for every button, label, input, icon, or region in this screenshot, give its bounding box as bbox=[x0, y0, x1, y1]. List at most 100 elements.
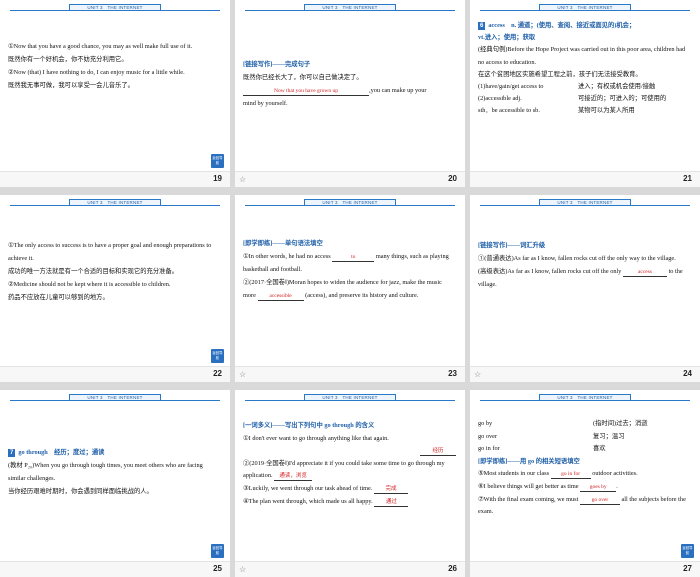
slide-footer: 21 bbox=[470, 171, 700, 187]
question-text: ①In other words, he had no access bbox=[243, 253, 331, 260]
slide-body: 7 go through 经历；度过；通读 (教材 P₂₀)When you go… bbox=[8, 446, 221, 498]
page-number: 23 bbox=[448, 369, 457, 378]
slide-footer: 19 bbox=[0, 171, 230, 187]
phrase-en: go in for bbox=[478, 445, 500, 453]
star-icon: ☆ bbox=[239, 370, 247, 379]
headword-text: go through 经历；度过；通读 bbox=[18, 449, 105, 456]
page-number: 24 bbox=[683, 369, 692, 378]
question-text: ⑥I believe things will get better as tim… bbox=[478, 482, 579, 490]
page-number: 26 bbox=[448, 564, 457, 573]
slide-footer: ☆ 24 bbox=[470, 366, 700, 382]
slide-23[interactable]: UNIT 3 THE INTERNET [即学即练]——单句语法填空 ①In o… bbox=[235, 195, 465, 382]
example-cn: 在这个贫困地区实施希望工程之前，孩子们无法接受教育。 bbox=[478, 70, 642, 78]
section-title: [链接写作]——词汇升级 bbox=[478, 242, 546, 249]
slide-header: UNIT 3 THE INTERNET bbox=[480, 394, 690, 401]
question-text: outdoor activities. bbox=[592, 470, 638, 478]
sentence-part: ,you can make up your bbox=[369, 87, 427, 94]
slide-footer: ☆ 20 bbox=[235, 171, 465, 187]
answer-blank: accessible bbox=[257, 292, 304, 301]
word-number: 6 bbox=[478, 22, 486, 30]
fill-sentence: Now that you have grown up ,you can make … bbox=[243, 84, 456, 97]
list-item: ①I don't ever want to go through anythin… bbox=[243, 433, 456, 446]
phrase-row: (2)accessible adj. 可接近的；可进入的；可使用的 bbox=[478, 93, 691, 105]
phrase-cn: (指时间)过去；消逝 bbox=[593, 420, 648, 427]
slide-footer: 27 bbox=[470, 561, 700, 577]
phrase-cn: 可接近的；可进入的；可使用的 bbox=[578, 95, 667, 103]
unit-title: UNIT 3 THE INTERNET bbox=[539, 4, 631, 11]
phrase-row: go in for 喜欢 bbox=[478, 443, 691, 456]
slide-26[interactable]: UNIT 3 THE INTERNET [一词多义]——写出下列句中 go th… bbox=[235, 390, 465, 577]
page-number: 27 bbox=[683, 564, 692, 573]
slide-header: UNIT 3 THE INTERNET bbox=[480, 4, 690, 11]
sentence-advanced: (高级表达)As far as I know, fallen rocks cut… bbox=[478, 265, 691, 291]
slide-21[interactable]: UNIT 3 THE INTERNET 6 access n. 通道；(使用、查阅… bbox=[470, 0, 700, 187]
answer-blank: 完成 bbox=[373, 485, 408, 494]
slide-19[interactable]: UNIT 3 THE INTERNET ①Now that you have a… bbox=[0, 0, 230, 187]
slide-24[interactable]: UNIT 3 THE INTERNET [链接写作]——词汇升级 ①(普通表达)… bbox=[470, 195, 700, 382]
phrase-row: go over 复习；温习 bbox=[478, 431, 691, 444]
back-to-nav-button[interactable]: 返回导航 bbox=[211, 349, 224, 363]
question-1: ①In other words, he had no access to man… bbox=[243, 250, 456, 276]
example-cn: 既然你有一个好机会，你不妨充分利用它。 bbox=[8, 56, 128, 63]
back-to-nav-button[interactable]: 返回导航 bbox=[681, 544, 694, 558]
page-number: 19 bbox=[213, 174, 222, 183]
slide-body: go by (指时间)过去；消逝 go over 复习；温习 go in for 喜欢… bbox=[478, 418, 691, 519]
example-en: ①Now that you have a good chance, you ma… bbox=[8, 43, 193, 50]
item-text: ④The plan went through, which made us al… bbox=[243, 497, 373, 505]
slide-footer: 25 bbox=[0, 561, 230, 577]
back-to-nav-button[interactable]: 返回导航 bbox=[211, 154, 224, 168]
page-number: 25 bbox=[213, 564, 222, 573]
unit-title: UNIT 3 THE INTERNET bbox=[69, 199, 161, 206]
headword-cont: vt.进入；使用；获取 bbox=[478, 34, 536, 42]
headword: 6 access n. 通道；(使用、查阅、接近或面见的)机会； bbox=[478, 20, 691, 32]
answer-blank: goes by bbox=[580, 483, 617, 492]
phrase-en: go over bbox=[478, 432, 498, 440]
list-item: ②(2019·全国卷Ⅰ)I'd appreciate it if you cou… bbox=[243, 458, 456, 483]
star-icon: ☆ bbox=[239, 565, 247, 574]
example-cn: 成功的唯一方法就是有一个合适的目标和实现它的充分准备。 bbox=[8, 268, 179, 275]
phrase-cn: 进入；有权或机会使用/接触 bbox=[578, 83, 656, 91]
back-to-nav-button[interactable]: 返回导航 bbox=[211, 544, 224, 558]
unit-title: UNIT 3 THE INTERNET bbox=[69, 4, 161, 11]
slide-header: UNIT 3 THE INTERNET bbox=[245, 394, 455, 401]
question-6: ⑥I believe things will get better as tim… bbox=[478, 481, 691, 494]
slide-27[interactable]: UNIT 3 THE INTERNET go by (指时间)过去；消逝 go o… bbox=[470, 390, 700, 577]
example-cn: 当你经历艰难时期时，你会遇到同样面临挑战的人。 bbox=[8, 488, 153, 495]
slide-body: [链接写作]——完成句子 既然你已经长大了，你可以自己做决定了。 Now tha… bbox=[243, 58, 456, 110]
headword: 7 go through 经历；度过；通读 bbox=[8, 446, 221, 459]
slide-25[interactable]: UNIT 3 THE INTERNET 7 go through 经历；度过；通读… bbox=[0, 390, 230, 577]
star-icon: ☆ bbox=[474, 370, 482, 379]
example-cn: 既然我无事可做，我可以享受一会儿音乐了。 bbox=[8, 82, 134, 89]
answer-blank: 经历 bbox=[420, 447, 456, 457]
headword-text: access n. 通道；(使用、查阅、接近或面见的)机会； bbox=[488, 22, 636, 29]
slide-body: ①The only access to success is to have a… bbox=[8, 239, 221, 304]
slide-body: [即学即练]——单句语法填空 ①In other words, he had n… bbox=[243, 237, 456, 302]
question-text: . bbox=[616, 482, 618, 490]
example-cn: 药品不应放在儿童可以够到的地方。 bbox=[8, 294, 109, 301]
unit-title: UNIT 3 THE INTERNET bbox=[304, 4, 396, 11]
slide-footer: ☆ 26 bbox=[235, 561, 465, 577]
unit-title: UNIT 3 THE INTERNET bbox=[304, 199, 396, 206]
answer-blank: 通过 bbox=[374, 498, 409, 507]
phrase-cn: 复习；温习 bbox=[593, 432, 625, 440]
answer-blank: to bbox=[332, 253, 375, 262]
item-text: ①I don't ever want to go through anythin… bbox=[243, 434, 389, 442]
question-text: ⑤Most students in our class bbox=[478, 470, 550, 478]
slide-body: 6 access n. 通道；(使用、查阅、接近或面见的)机会； vt.进入；使用… bbox=[478, 20, 691, 118]
sentence-part: mind by yourself. bbox=[243, 100, 288, 107]
slide-footer: 22 bbox=[0, 366, 230, 382]
slide-body: [一词多义]——写出下列句中 go through 的含义 ①I don't e… bbox=[243, 420, 456, 508]
slide-22[interactable]: UNIT 3 THE INTERNET ①The only access to … bbox=[0, 195, 230, 382]
item-text: ③Luckily, we went through our task ahead… bbox=[243, 484, 373, 492]
question-text: (access), and preserve its history and c… bbox=[305, 292, 419, 299]
slide-header: UNIT 3 THE INTERNET bbox=[10, 394, 220, 401]
slide-header: UNIT 3 THE INTERNET bbox=[10, 199, 220, 206]
sentence-part: (高级表达)As far as I know, fallen rocks cut… bbox=[478, 268, 622, 275]
page-number: 22 bbox=[213, 369, 222, 378]
example-en: ②Medicine should not be kept where it is… bbox=[8, 281, 171, 288]
answer-blank: 通读，浏览 bbox=[274, 472, 313, 482]
phrase-cn: 某物可以为某人所用 bbox=[578, 107, 635, 115]
unit-title: UNIT 3 THE INTERNET bbox=[304, 394, 396, 401]
slide-20[interactable]: UNIT 3 THE INTERNET [链接写作]——完成句子 既然你已经长大… bbox=[235, 0, 465, 187]
phrase-en: go by bbox=[478, 420, 493, 427]
